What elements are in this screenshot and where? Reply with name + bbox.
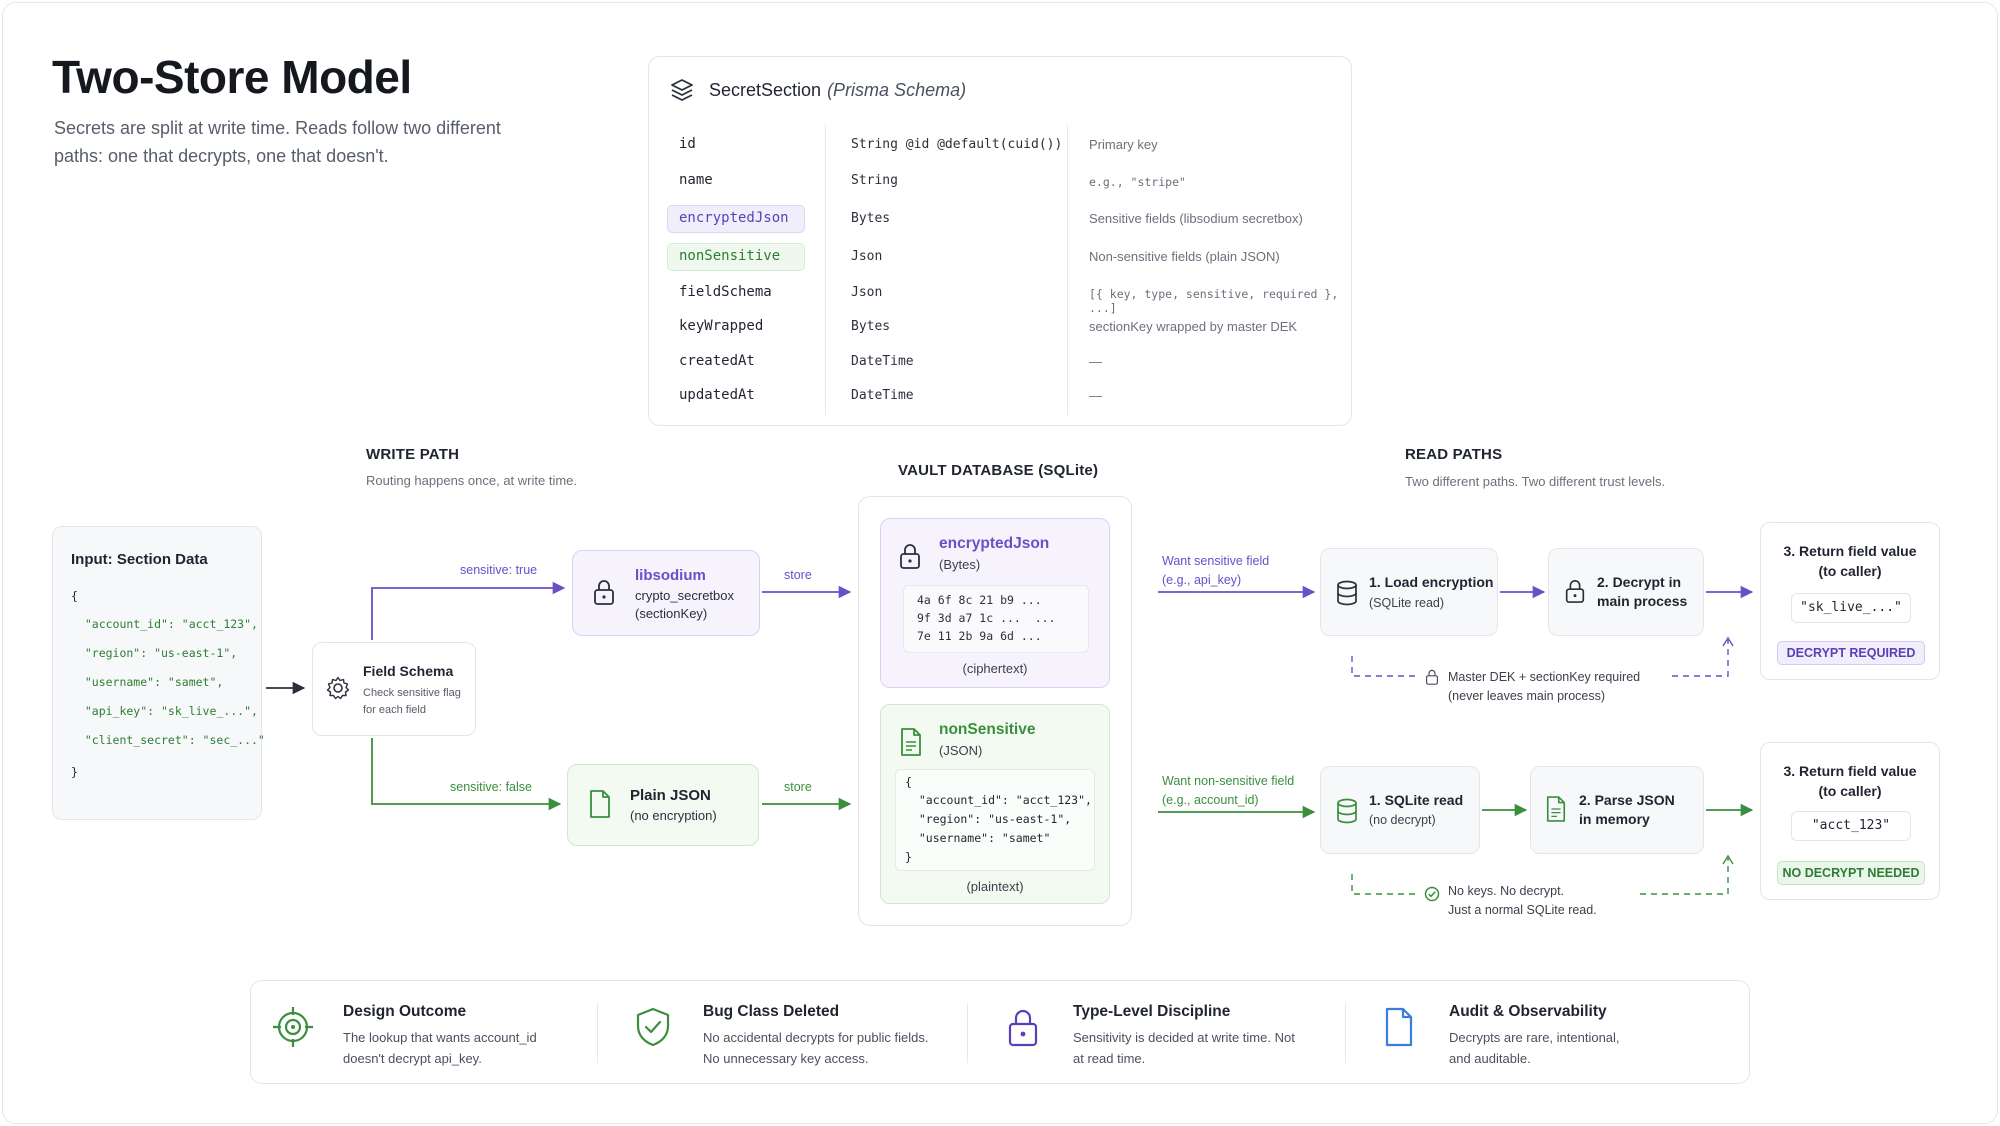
return-nonsensitive-value: 3. Return field value (to caller) "acct_…: [1760, 742, 1940, 900]
footer-divider: [967, 1003, 968, 1063]
edge-label-sensitive-true: sensitive: true: [460, 563, 538, 577]
database-icon: [1337, 798, 1357, 824]
footer-divider: [597, 1003, 598, 1063]
footer-principles: Design Outcome The lookup that wants acc…: [250, 980, 1750, 1084]
arrow-sensitive-false: [371, 738, 562, 811]
document-icon: [901, 728, 921, 756]
encryptedjson-store: encryptedJson (Bytes) 4a 6f 8c 21 b9 ...…: [880, 518, 1110, 688]
status-badge: NO DECRYPT NEEDED: [1777, 861, 1925, 885]
parse-json-step: 2. Parse JSON in memory: [1530, 766, 1704, 854]
shield-check-icon: [636, 1007, 670, 1047]
gear-icon: [326, 676, 350, 700]
status-badge: DECRYPT REQUIRED: [1777, 641, 1925, 665]
returned-value: "acct_123": [1791, 811, 1911, 841]
footer-bug-class: Bug Class Deleted No accidental decrypts…: [611, 981, 971, 1085]
nonsensitive-store: nonSensitive (JSON) { "account_id": "acc…: [880, 704, 1110, 904]
lock-icon: [1565, 580, 1585, 603]
lock-icon: [900, 544, 920, 569]
sqlite-read-step: 1. SQLite read (no decrypt): [1320, 766, 1480, 854]
input-section-data: Input: Section Data { "account_id": "acc…: [52, 526, 265, 820]
edge-label-sensitive-false: sensitive: false: [450, 780, 532, 794]
field-schema-node: Field Schema Check sensitive flag for ea…: [312, 642, 476, 736]
return-sensitive-value: 3. Return field value (to caller) "sk_li…: [1760, 522, 1940, 680]
no-keys-note: No keys. No decrypt. Just a normal SQLit…: [1448, 884, 1597, 917]
footer-audit: Audit & Observability Decrypts are rare,…: [1357, 981, 1737, 1085]
load-encryption-step: 1. Load encryption (SQLite read): [1320, 548, 1498, 636]
libsodium-node: libsodium crypto_secretbox (sectionKey): [572, 550, 760, 636]
decrypt-step: 2. Decrypt in main process: [1548, 548, 1704, 636]
lock-icon: [594, 580, 614, 605]
lock-icon: [1426, 669, 1438, 685]
footer-design-outcome: Design Outcome The lookup that wants acc…: [251, 981, 591, 1085]
document-icon: [590, 790, 610, 818]
database-icon: [1337, 580, 1357, 606]
want-nonsensitive-label: Want non-sensitive field (e.g., account_…: [1162, 774, 1295, 807]
footer-divider: [1345, 1003, 1346, 1063]
plain-json-node: Plain JSON (no encryption): [567, 764, 759, 846]
document-icon: [1546, 796, 1566, 822]
footer-type-discipline: Type-Level Discipline Sensitivity is dec…: [981, 981, 1341, 1085]
edge-label-store: store: [784, 568, 812, 582]
edge-label-store: store: [784, 780, 812, 794]
crosshair-icon: [273, 1007, 313, 1047]
lock-icon: [1008, 1009, 1038, 1047]
arrow-sensitive-true: [371, 581, 566, 640]
want-sensitive-label: Want sensitive field (e.g., api_key): [1162, 554, 1270, 587]
document-icon: [1385, 1007, 1413, 1047]
key-requirement-note: Master DEK + sectionKey required (never …: [1448, 670, 1641, 703]
check-circle-icon: [1424, 886, 1440, 902]
returned-value: "sk_live_...": [1791, 593, 1911, 623]
